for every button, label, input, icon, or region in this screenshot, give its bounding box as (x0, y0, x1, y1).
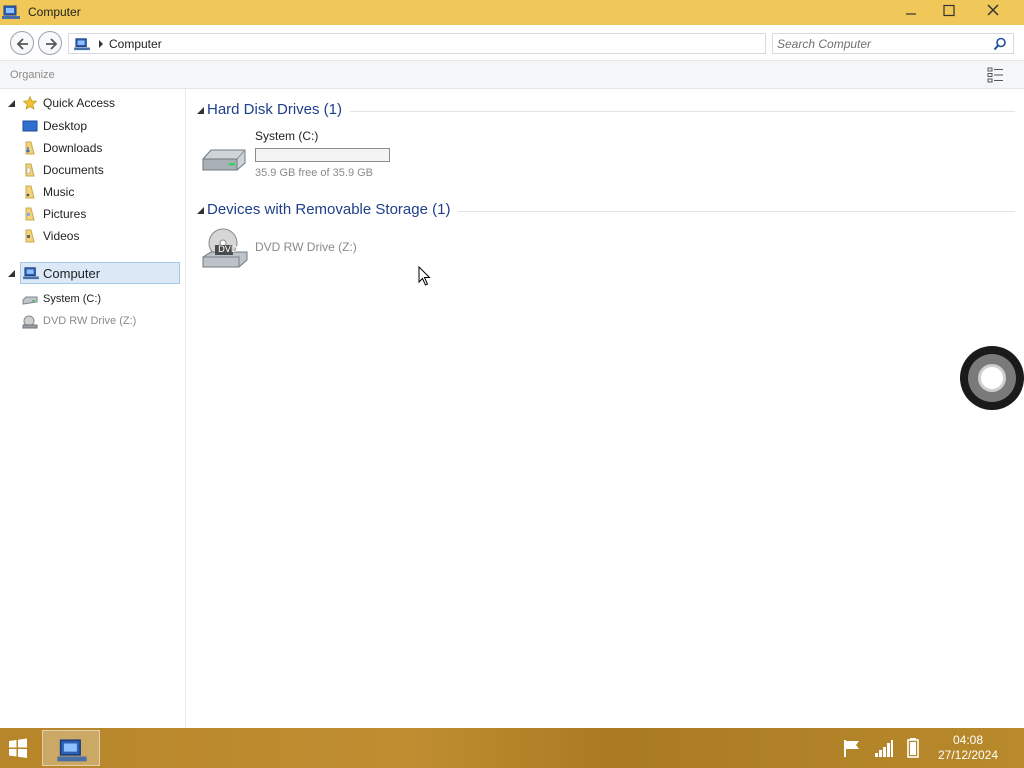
window-title: Computer (28, 5, 81, 19)
windows-start-icon[interactable] (6, 736, 30, 760)
title-bar[interactable]: Computer (0, 0, 1024, 25)
system-clock[interactable]: 04:08 27/12/2024 (930, 733, 1006, 763)
forward-button[interactable] (38, 31, 62, 55)
taskbar: 04:08 27/12/2024 (0, 728, 1024, 768)
nav-quick-access-label: Quick Access (43, 96, 116, 110)
hard-drive-icon (202, 149, 246, 171)
maximize-icon (943, 4, 955, 17)
battery-icon[interactable] (906, 738, 920, 758)
nav-item-system-c[interactable]: System (C:) (0, 289, 186, 311)
collapse-arrow-icon[interactable] (197, 207, 204, 214)
clock-date: 27/12/2024 (937, 748, 999, 762)
search-icon[interactable] (993, 37, 1007, 51)
drive-dvd-rw-z[interactable]: DVD DVD RW Drive (Z:) (201, 227, 421, 273)
address-bar[interactable]: Computer (68, 33, 766, 54)
drive-name: DVD RW Drive (Z:) (255, 240, 357, 254)
search-input[interactable] (777, 36, 987, 52)
organize-button[interactable]: Organize (10, 69, 55, 81)
documents-folder-icon (25, 163, 35, 177)
nav-item-dvd-drive[interactable]: DVD RW Drive (Z:) (0, 311, 186, 333)
search-box[interactable] (772, 33, 1014, 54)
drive-system-c[interactable]: System (C:) 35.9 GB free of 35.9 GB (201, 129, 421, 181)
hard-drive-icon (22, 296, 38, 305)
nav-item-label: Downloads (43, 141, 103, 155)
dvd-drive-icon (22, 315, 38, 329)
nav-item-downloads[interactable]: Downloads (0, 137, 186, 159)
collapse-arrow-icon[interactable] (8, 100, 15, 107)
mouse-cursor-icon (418, 266, 431, 286)
nav-item-label: Videos (43, 229, 80, 243)
taskbar-file-explorer[interactable] (42, 730, 100, 766)
change-view-icon[interactable] (987, 67, 1005, 83)
group-title: Hard Disk Drives (1) (207, 101, 351, 118)
action-center-flag-icon[interactable] (842, 738, 862, 758)
collapse-arrow-icon[interactable] (197, 107, 204, 114)
collapse-arrow-icon[interactable] (8, 270, 15, 277)
content-pane: Hard Disk Drives (1) System (C:) 35.9 GB… (187, 89, 1024, 728)
dvd-badge: DVD (218, 245, 238, 255)
computer-icon (74, 38, 90, 51)
nav-item-label: System (C:) (43, 293, 102, 305)
computer-icon (57, 739, 87, 762)
computer-icon (23, 267, 39, 280)
clock-time: 04:08 (952, 733, 984, 747)
nav-item-documents[interactable]: Documents (0, 159, 186, 181)
group-title: Devices with Removable Storage (1) (207, 201, 459, 218)
nav-item-label: DVD RW Drive (Z:) (43, 315, 137, 327)
drive-free-space: 35.9 GB free of 35.9 GB (255, 167, 374, 179)
downloads-folder-icon (25, 141, 35, 155)
nav-quick-access[interactable]: Quick Access (0, 92, 186, 114)
maximize-button[interactable] (930, 0, 970, 22)
star-icon (22, 96, 38, 110)
nav-item-label: Desktop (43, 119, 88, 133)
nav-item-label: Pictures (43, 207, 87, 221)
desktop-icon (22, 120, 38, 132)
nav-computer-label: Computer (43, 266, 101, 281)
assistive-touch-button[interactable] (960, 346, 1024, 410)
nav-item-videos[interactable]: Videos (0, 225, 186, 247)
address-row: Computer (0, 25, 1024, 60)
forward-arrow-icon (46, 38, 58, 50)
pictures-folder-icon (25, 207, 35, 221)
minimize-icon (906, 13, 916, 15)
network-signal-icon[interactable] (874, 738, 894, 758)
minimize-button[interactable] (892, 0, 932, 22)
command-bar: Organize (0, 60, 1024, 89)
nav-item-music[interactable]: Music (0, 181, 186, 203)
videos-folder-icon (25, 229, 35, 243)
drive-usage-bar (255, 148, 390, 162)
breadcrumb-chevron-icon[interactable] (98, 40, 104, 48)
close-button[interactable] (974, 0, 1014, 22)
back-button[interactable] (10, 31, 34, 55)
nav-item-label: Music (43, 185, 75, 199)
nav-item-pictures[interactable]: Pictures (0, 203, 186, 225)
navigation-pane: Quick Access Desktop Downloads Documents… (0, 89, 186, 728)
breadcrumb-computer[interactable]: Computer (109, 37, 162, 51)
drive-name: System (C:) (255, 129, 319, 143)
assistive-touch-core (978, 364, 1006, 392)
nav-computer[interactable]: Computer (20, 262, 180, 284)
group-header-removable-storage[interactable]: Devices with Removable Storage (1) (195, 201, 1015, 221)
back-arrow-icon (16, 38, 28, 50)
nav-item-label: Documents (43, 163, 104, 177)
nav-item-desktop[interactable]: Desktop (0, 115, 186, 137)
group-header-hard-disk-drives[interactable]: Hard Disk Drives (1) (195, 101, 1015, 121)
music-folder-icon (25, 185, 35, 199)
close-icon (987, 4, 999, 16)
computer-icon (2, 5, 20, 19)
